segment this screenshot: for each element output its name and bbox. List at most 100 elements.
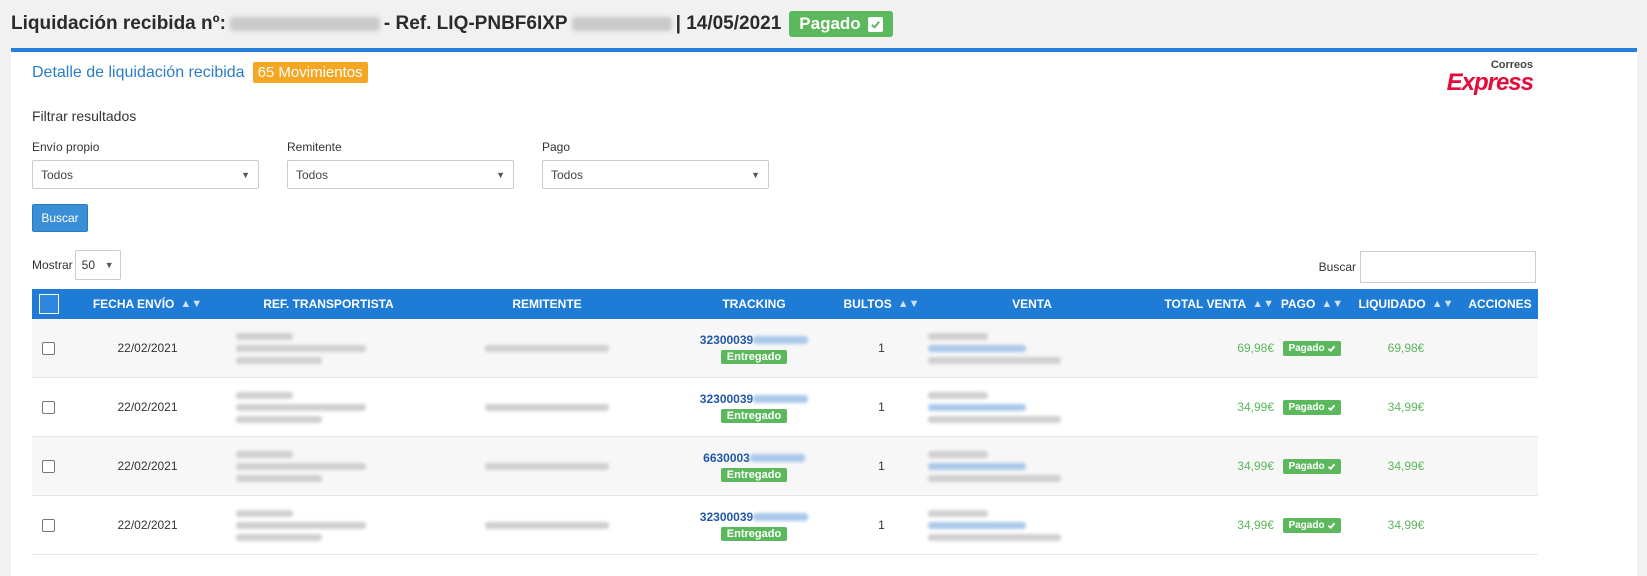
sort-icon: ▲▼ [1321,298,1344,310]
fecha-envio-cell: 22/02/2021 [65,437,230,496]
filter-remitente-label: Remitente [287,140,342,154]
acciones-cell [1462,496,1538,555]
col-remitente-label: REMITENTE [512,297,582,311]
tracking-cell: 6630003 Entregado [667,437,841,496]
envio-propio-select[interactable]: Todos ▼ [32,160,259,189]
col-pago[interactable]: PAGO ▲▼ [1274,289,1350,319]
redacted-venta [922,332,1142,364]
tracking-code: 32300039 [699,391,754,406]
redacted-venta [922,391,1142,423]
total-venta-cell: 34,99€ [1142,496,1274,555]
tracking-link[interactable]: 32300039 [700,510,809,524]
redacted-ref-transportista [230,450,427,482]
table-row: 22/02/2021 32300039 Entregado 1 34,99€ P… [32,496,1538,555]
search-button[interactable]: Buscar [32,204,88,232]
col-liquidado[interactable]: LIQUIDADO ▲▼ [1350,289,1462,319]
table-search-input[interactable] [1360,251,1536,283]
liquidado-value: 69,98€ [1387,341,1425,355]
pago-cell: Pagado [1274,378,1350,437]
redacted-ref-transportista [230,332,427,364]
filter-envio-propio-label: Envío propio [32,140,100,154]
remitente-cell [427,378,667,437]
total-venta-value: 69,98€ [1237,341,1274,355]
redacted-ref-transportista [230,509,427,541]
liquidado-cell: 34,99€ [1350,496,1462,555]
bultos-value: 1 [878,341,885,355]
fecha-envio-value: 22/02/2021 [117,400,178,414]
col-acciones-label: ACCIONES [1468,297,1532,311]
logo-big-text: Express [1446,69,1534,96]
redacted-venta [922,450,1142,482]
col-total-venta-label: TOTAL VENTA [1164,297,1247,311]
venta-cell [922,496,1142,555]
total-venta-value: 34,99€ [1237,518,1274,532]
sort-icon: ▲▼ [180,298,203,310]
sort-icon: ▲▼ [1252,298,1274,310]
tracking-cell: 32300039 Entregado [667,378,841,437]
row-checkbox[interactable] [42,518,55,532]
remitente-cell [427,437,667,496]
tracking-link[interactable]: 32300039 [699,391,809,406]
col-remitente: REMITENTE [427,289,667,319]
row-checkbox[interactable] [42,459,55,473]
delivered-badge: Entregado [720,467,788,482]
settlement-panel: Detalle de liquidación recibida 65 Movim… [11,48,1637,576]
redacted-id [229,17,380,31]
row-select-cell [32,378,65,437]
tracking-link[interactable]: 6630003 [703,451,805,465]
page-title-ref: - Ref. LIQ-PNBF6IXP [383,13,568,34]
row-select-cell [32,437,65,496]
pago-cell: Pagado [1274,437,1350,496]
redacted-ref-transportista [230,391,427,423]
table-row: 22/02/2021 32300039 Entregado 1 34,99€ P… [32,378,1538,437]
col-venta-label: VENTA [1012,297,1052,311]
ref-transportista-cell [230,437,427,496]
remitente-select[interactable]: Todos ▼ [287,160,514,189]
bultos-cell: 1 [841,496,922,555]
liquidado-value: 34,99€ [1387,518,1425,532]
row-checkbox[interactable] [42,400,55,414]
col-fecha-envio[interactable]: FECHA ENVÍO ▲▼ [65,289,230,319]
tracking-info: 6630003 Entregado [703,451,805,482]
caret-down-icon: ▼ [496,169,505,180]
total-venta-value: 34,99€ [1237,459,1274,473]
col-bultos[interactable]: BULTOS ▲▼ [841,289,922,319]
tracking-info: 32300039 Entregado [700,510,809,541]
filter-remitente: Remitente Todos ▼ [287,140,514,189]
status-badge: Pagado [789,11,893,37]
tracking-link[interactable]: 32300039 [700,333,809,347]
select-all-checkbox[interactable] [38,294,59,314]
delivered-badge: Entregado [720,408,788,423]
bultos-value: 1 [878,459,885,473]
venta-cell [922,319,1142,378]
liquidado-cell: 34,99€ [1350,378,1462,437]
paid-badge: Pagado [1283,458,1341,474]
redacted-remitente [484,403,610,411]
table-search-label: Buscar [1318,260,1356,274]
col-liquidado-label: LIQUIDADO [1358,297,1426,311]
table-search: Buscar [1319,251,1536,283]
fecha-envio-value: 22/02/2021 [117,518,178,532]
ref-transportista-cell [230,319,427,378]
redacted-amount [571,17,672,31]
page-title-date: | 14/05/2021 [675,13,782,34]
panel-title-label: Detalle de liquidación recibida [32,63,245,81]
tracking-info: 32300039 Entregado [700,333,809,364]
paid-badge-label: Pagado [1288,342,1325,354]
remitente-value: Todos [296,167,329,182]
pago-select[interactable]: Todos ▼ [542,160,769,189]
row-checkbox[interactable] [42,341,55,355]
panel-title: Detalle de liquidación recibida 65 Movim… [32,62,368,83]
fecha-envio-cell: 22/02/2021 [65,378,230,437]
venta-cell [922,437,1142,496]
page-length-value: 50 [81,258,96,272]
paid-badge-label: Pagado [1288,401,1325,413]
tracking-info: 32300039 Entregado [699,391,809,423]
col-pago-label: PAGO [1280,297,1316,311]
select-all-cell [32,289,65,319]
col-tracking: TRACKING [667,289,841,319]
sort-icon: ▲▼ [897,298,920,310]
delivered-badge: Entregado [720,526,788,541]
col-total-venta[interactable]: TOTAL VENTA ▲▼ [1142,289,1274,319]
page-length-select[interactable]: 50 ▼ [74,250,121,280]
